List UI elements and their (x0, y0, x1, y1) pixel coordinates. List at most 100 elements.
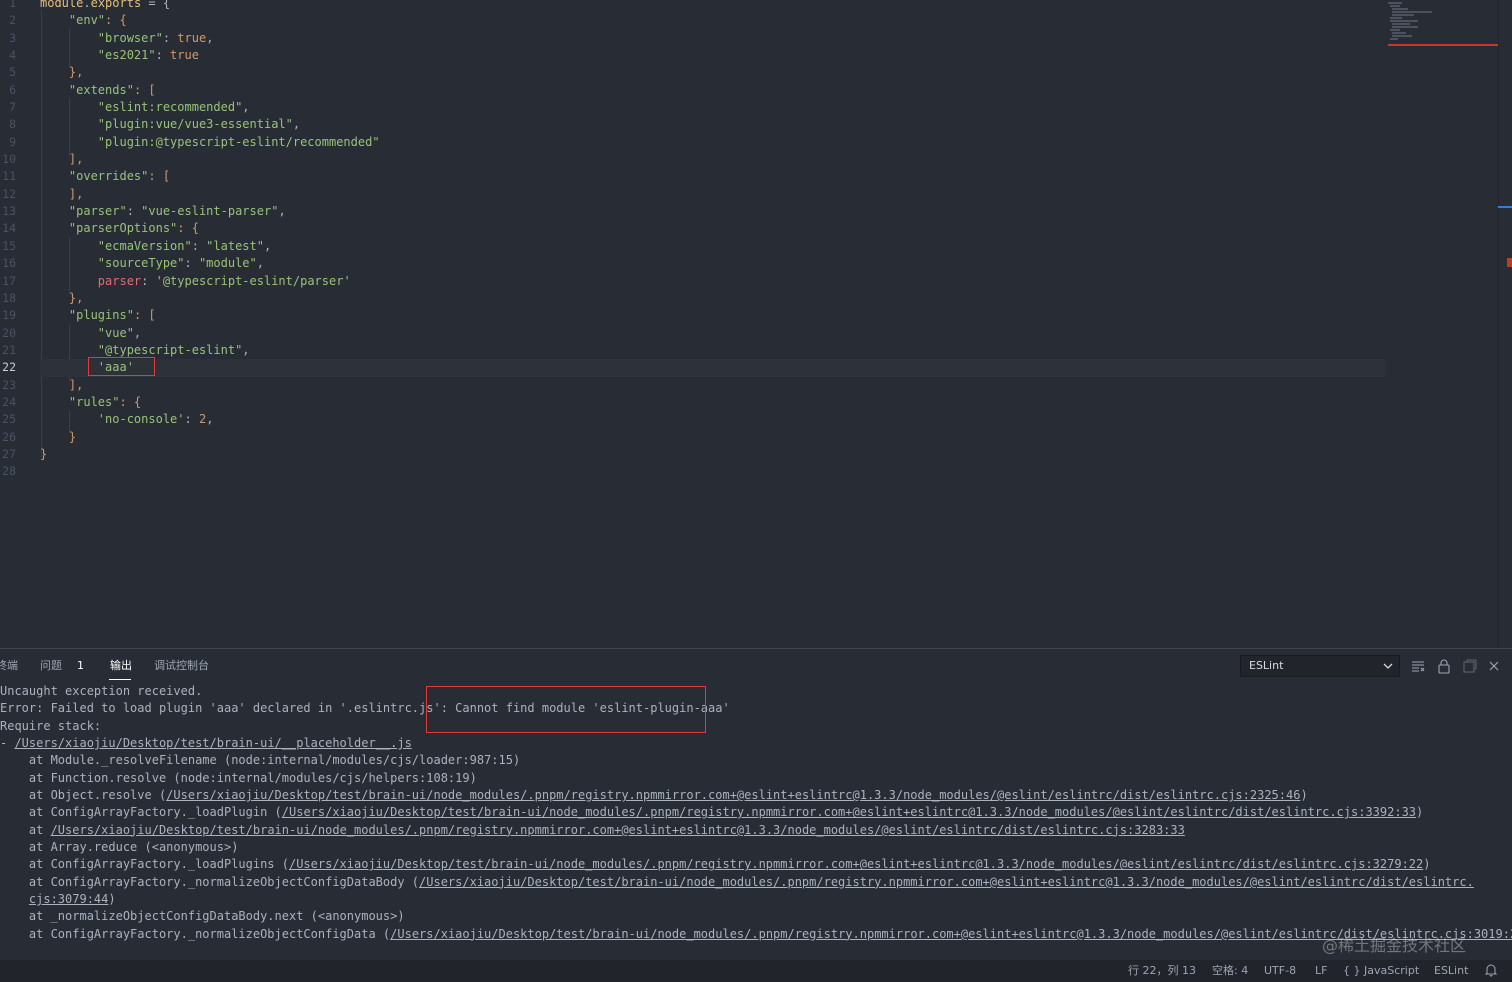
indentation[interactable]: 空格: 4 (1212, 964, 1248, 978)
minimap-line (1392, 14, 1414, 16)
line-number: 3 (9, 30, 16, 45)
output-log[interactable]: Uncaught exception received. Error: Fail… (0, 683, 1512, 943)
code-token: , (263, 238, 272, 253)
lock-icon[interactable] (1436, 658, 1452, 674)
end-of-line[interactable]: LF (1315, 964, 1327, 978)
code-token: : [ (133, 308, 156, 323)
watermark: @稀土掘金技术社区 (1322, 936, 1467, 955)
code-line: }, (40, 290, 1385, 307)
code-lines[interactable]: module.exports = { "env": { "browser": t… (40, 0, 1385, 481)
line-number: 15 (2, 238, 16, 253)
output-line: at ConfigArrayFactory._loadPlugins (/Use… (0, 856, 1512, 873)
code-line: "eslint:recommended", (97, 100, 250, 115)
minimap-line (1390, 17, 1402, 19)
line-number: 19 (2, 308, 16, 323)
code-token: 'no-console' (97, 412, 185, 427)
line-number-gutter: 1 2 3 4 5 6 7 8 9 10 11 12 13 14 15 16 1… (0, 0, 22, 481)
code-line: "extends": [ (40, 82, 1385, 99)
eslint-status[interactable]: ESLint (1434, 964, 1468, 978)
close-icon[interactable] (1486, 658, 1502, 674)
code-token: , (256, 256, 264, 271)
line-number: 5 (9, 65, 16, 80)
code-line: 'no-console': 2, (40, 411, 1385, 428)
code-line: "es2021": true (40, 47, 1385, 64)
code-token: ], (68, 186, 84, 201)
code-token: , (206, 412, 214, 427)
output-text: Error: Failed to load plugin 'aaa' decla… (0, 701, 456, 716)
cursor-position[interactable]: 行 22，列 13 (1128, 964, 1196, 978)
code-line: "rules": { (40, 394, 1385, 411)
output-line: at ConfigArrayFactory._normalizeObjectCo… (0, 874, 1512, 891)
bell-icon[interactable] (1484, 963, 1498, 981)
code-token: : (191, 238, 207, 253)
code-editor[interactable]: 1 2 3 4 5 6 7 8 9 10 11 12 13 14 15 16 1… (0, 0, 1512, 648)
code-token: : [ (133, 82, 156, 97)
line-number: 16 (2, 256, 16, 271)
code-token: : [ (148, 169, 171, 184)
file-link[interactable]: cjs:3079:44 (29, 892, 108, 906)
output-line: at _normalizeObjectConfigDataBody.next (… (0, 909, 405, 924)
code-token: } (40, 446, 48, 461)
file-link[interactable]: /Users/xiaojiu/Desktop/test/brain-ui/nod… (282, 805, 1416, 819)
active-line-number: 22 (2, 360, 16, 375)
code-token: }, (68, 65, 84, 80)
output-channel-value: ESLint (1249, 659, 1284, 672)
code-token: "rules" (68, 394, 120, 409)
output-text: at ConfigArrayFactory._normalizeObjectCo… (0, 874, 420, 889)
code-token: , (242, 342, 250, 357)
code-token: : (162, 30, 178, 45)
code-token: module (40, 0, 84, 10)
code-line: "plugin:@typescript-eslint/recommended" (40, 134, 1385, 151)
output-line: at Object.resolve (/Users/xiaojiu/Deskto… (0, 787, 1512, 804)
encoding[interactable]: UTF-8 (1264, 964, 1296, 978)
line-number: 7 (9, 100, 16, 115)
output-text: at Object.resolve ( (0, 788, 167, 803)
minimap-line (1390, 38, 1398, 40)
line-number: 28 (2, 464, 16, 479)
file-link[interactable]: /Users/xiaojiu/Desktop/test/brain-ui/__p… (14, 736, 411, 750)
code-line: "@typescript-eslint", (40, 342, 1385, 359)
code-line: "browser": true, (40, 30, 1385, 47)
vertical-scrollbar[interactable] (1498, 0, 1512, 648)
file-link[interactable]: /Users/xiaojiu/Desktop/test/brain-ui/nod… (166, 788, 1300, 802)
code-token: , (206, 30, 214, 45)
output-line: at ConfigArrayFactory._normalizeObjectCo… (0, 926, 1512, 943)
line-number: 26 (2, 429, 16, 444)
code-token: "plugins" (68, 308, 134, 323)
line-number: 11 (2, 169, 16, 184)
open-in-editor-icon[interactable] (1462, 658, 1478, 674)
output-text: at (0, 822, 51, 837)
code-token: ], (68, 377, 84, 392)
tab-problems[interactable]: 问题 (40, 659, 62, 673)
active-tab-indicator (109, 679, 131, 680)
minimap[interactable] (1386, 0, 1498, 48)
problems-count-badge: 1 (77, 659, 84, 672)
output-text: ) (1416, 805, 1424, 820)
tab-output[interactable]: 输出 (110, 659, 132, 673)
code-token: "parser" (68, 204, 127, 219)
output-channel-select[interactable]: ESLint (1240, 655, 1400, 677)
code-token: "latest" (206, 238, 264, 253)
line-number: 24 (2, 394, 16, 409)
tab-debug-console[interactable]: 调试控制台 (154, 659, 209, 673)
language-mode[interactable]: { } JavaScript (1343, 964, 1419, 978)
current-code-line: 'aaa' (40, 359, 1385, 377)
code-token: "vue-eslint-parser" (141, 204, 279, 219)
line-number: 4 (9, 48, 16, 63)
line-number: 20 (2, 325, 16, 340)
code-token: "ecmaVersion" (97, 238, 192, 253)
line-number: 9 (9, 134, 16, 149)
file-link[interactable]: /Users/xiaojiu/Desktop/test/brain-ui/nod… (419, 875, 1474, 889)
file-link[interactable]: /Users/xiaojiu/Desktop/test/brain-ui/nod… (289, 857, 1423, 871)
clear-output-icon[interactable] (1410, 658, 1426, 674)
tab-terminal[interactable]: 终端 (0, 659, 18, 673)
line-number: 23 (2, 377, 16, 392)
minimap-line (1392, 26, 1418, 28)
code-token: : (126, 204, 142, 219)
file-link[interactable]: /Users/xiaojiu/Desktop/test/brain-ui/nod… (51, 823, 1185, 837)
line-number: 12 (2, 186, 16, 201)
highlight-box-error (426, 686, 706, 733)
code-line: "sourceType": "module", (40, 255, 1385, 272)
